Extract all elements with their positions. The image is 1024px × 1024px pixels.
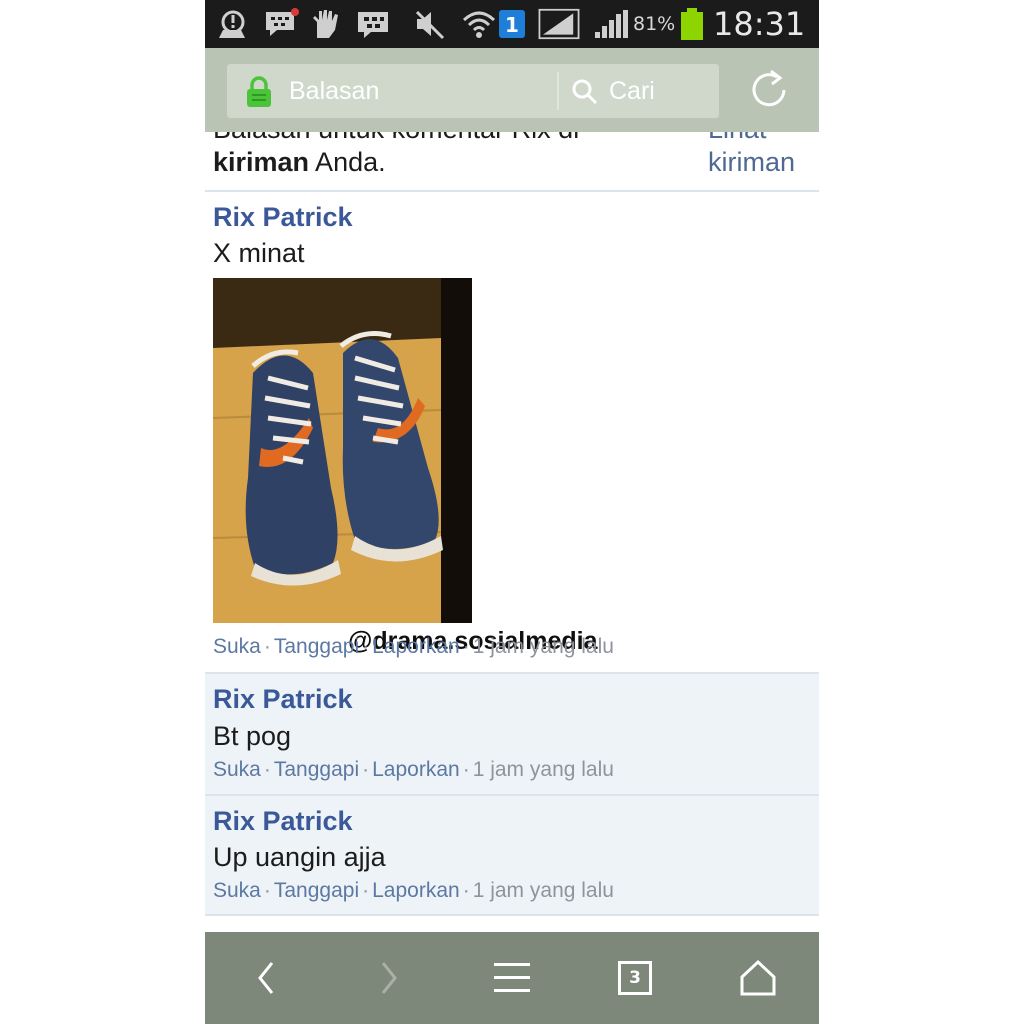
comment-time: 1 jam yang lalu (472, 635, 614, 658)
page-content: Balasan untuk komentar Rix di kiriman An… (205, 132, 819, 932)
report-link[interactable]: Laporkan (372, 758, 460, 781)
separator: · (362, 635, 370, 658)
signal-icon (538, 8, 580, 40)
search-icon[interactable] (571, 78, 599, 106)
notification-text-line2: kiriman Anda. (213, 147, 386, 177)
comment-message: X minat (213, 238, 305, 268)
back-button[interactable] (236, 950, 296, 1006)
refresh-icon[interactable] (749, 68, 789, 110)
comment-message: Bt pog (213, 721, 292, 751)
hand-icon (313, 10, 338, 38)
separator: · (263, 758, 271, 781)
comment-author[interactable]: Rix Patrick (213, 684, 353, 715)
reply-link[interactable]: Tanggapi (274, 879, 359, 902)
comment-time: 1 jam yang lalu (472, 758, 614, 781)
lock-icon (247, 76, 271, 107)
tabs-icon: 3 (618, 961, 652, 995)
comment-item: Rix Patrick X minat @drama.sosialmedia S… (205, 192, 819, 674)
bbm-message-icon (266, 8, 299, 36)
comment-actions: Suka · Tanggapi · Laporkan · 1 jam yang lalu (213, 635, 614, 659)
comment-actions: Suka · Tanggapi · Laporkan · 1 jam yang lalu (213, 758, 614, 782)
shoe-photo[interactable] (213, 278, 472, 623)
view-post-link-line2[interactable]: kiriman (708, 147, 795, 178)
forward-icon (381, 962, 397, 994)
report-link[interactable]: Laporkan (372, 635, 460, 658)
separator: · (462, 635, 470, 658)
notification-text: Balasan untuk komentar Rix di (213, 132, 579, 145)
signal-icon (595, 10, 628, 38)
tabs-count: 3 (629, 968, 641, 988)
comment-actions: Suka · Tanggapi · Laporkan · 1 jam yang lalu (213, 879, 614, 903)
separator: · (462, 879, 470, 902)
address-text: Balasan (289, 77, 380, 105)
reply-link[interactable]: Tanggapi (274, 635, 359, 658)
comment-item: Rix Patrick Bt pog Suka · Tanggapi · Laporka… (205, 674, 819, 796)
sim-badge-icon: 1 (499, 10, 525, 38)
notification-icon (219, 10, 245, 38)
separator: · (362, 758, 370, 781)
battery-icon (681, 8, 703, 40)
like-link[interactable]: Suka (213, 758, 261, 781)
comment-message: Up uangin ajja (213, 842, 386, 872)
status-bar: 1 81% 18:31 (205, 0, 819, 48)
home-icon (740, 959, 776, 996)
notification-row: Balasan untuk komentar Rix di kiriman An… (205, 132, 819, 192)
separator: · (263, 635, 271, 658)
battery-percent: 81% (633, 13, 676, 35)
like-link[interactable]: Suka (213, 879, 261, 902)
menu-icon (494, 963, 530, 992)
search-text[interactable]: Cari (609, 77, 655, 106)
address-divider (557, 72, 559, 110)
menu-button[interactable] (482, 950, 542, 1006)
back-icon (258, 962, 274, 994)
tabs-button[interactable]: 3 (605, 950, 665, 1006)
comment-item: Rix Patrick Up uangin ajja Suka · Tanggapi… (205, 796, 819, 916)
svg-text:1: 1 (505, 13, 519, 37)
like-link[interactable]: Suka (213, 635, 261, 658)
separator: · (362, 879, 370, 902)
mute-icon (415, 10, 445, 40)
comment-author[interactable]: Rix Patrick (213, 202, 353, 233)
bbm-icon (358, 12, 388, 38)
report-link[interactable]: Laporkan (372, 879, 460, 902)
home-button[interactable] (728, 950, 788, 1006)
post-link-text[interactable]: kiriman (213, 147, 309, 177)
view-post-link[interactable]: Lihat (708, 132, 767, 145)
browser-toolbar: Balasan Cari (205, 48, 819, 132)
forward-button[interactable] (359, 950, 419, 1006)
comment-time: 1 jam yang lalu (472, 879, 614, 902)
separator: · (263, 879, 271, 902)
browser-bottom-nav: 3 (205, 932, 819, 1024)
phone-screen: 1 81% 18:31 Balasan Cari kiriman Anda. k… (205, 0, 819, 1024)
wifi-icon (462, 11, 496, 38)
address-bar[interactable]: Balasan Cari (227, 64, 719, 118)
reply-link[interactable]: Tanggapi (274, 758, 359, 781)
status-time: 18:31 (713, 5, 806, 43)
comment-author[interactable]: Rix Patrick (213, 806, 353, 837)
separator: · (462, 758, 470, 781)
